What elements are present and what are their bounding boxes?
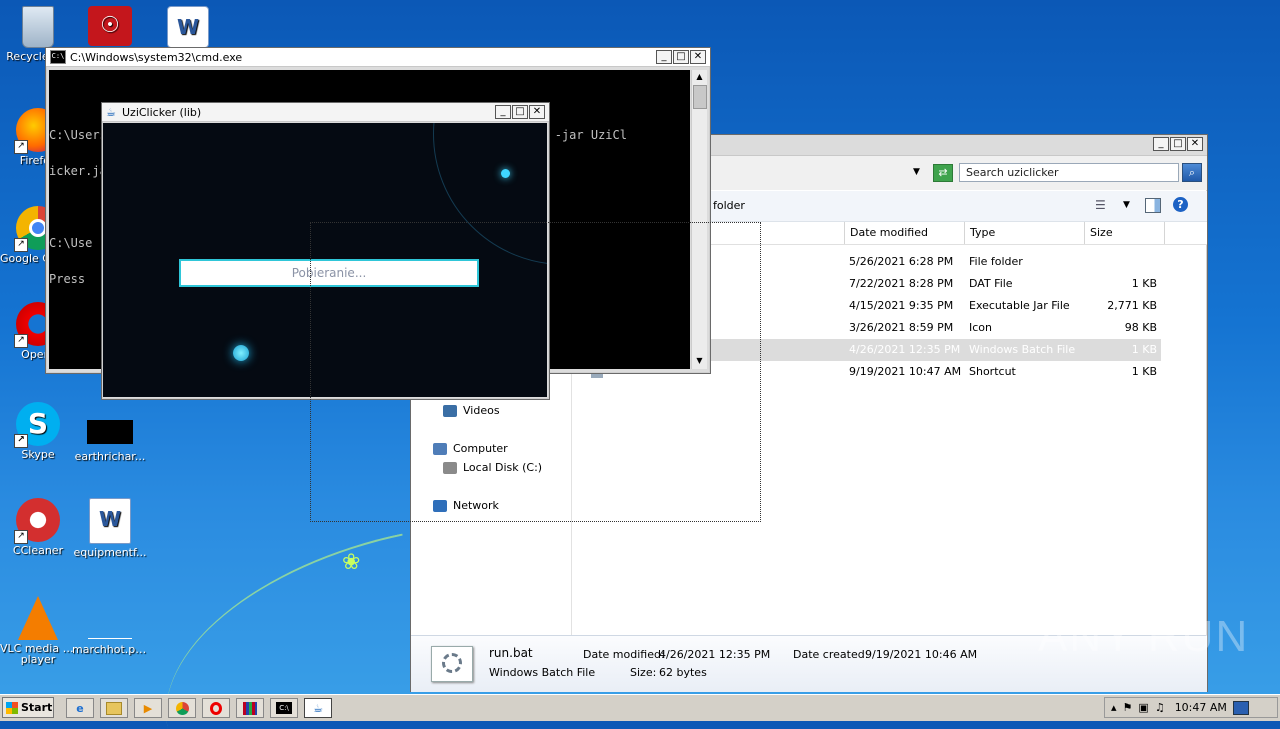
java-icon: ☕ [106, 106, 116, 119]
help-icon[interactable]: ? [1173, 197, 1188, 212]
address-dropdown-icon[interactable]: ▼ [913, 167, 920, 177]
opera-icon [210, 701, 222, 715]
shortcut-arrow-icon: ↗ [14, 434, 28, 448]
taskbar-media-button[interactable]: ▶ [134, 698, 162, 718]
start-button[interactable]: Start [2, 697, 54, 718]
close-button[interactable]: ✕ [1187, 137, 1203, 151]
desktop-icon-ccleaner[interactable]: ↗ CCleaner [0, 498, 76, 557]
maximize-button[interactable]: □ [1170, 137, 1186, 151]
new-folder-button[interactable]: folder [713, 199, 745, 212]
taskbar: Start e ▶ C:\ ☕ ▴ ⚑ ▣ ♫ 10:47 AM [0, 694, 1280, 721]
desktop-icon-label: equipmentf... [73, 546, 147, 559]
action-center-flag-icon[interactable]: ⚑ [1123, 701, 1133, 714]
windows-logo-icon [6, 701, 18, 714]
close-button[interactable]: ✕ [690, 50, 706, 64]
view-options-icon[interactable]: ☰ [1095, 198, 1106, 212]
image-file-icon [88, 600, 132, 639]
details-date-created: 9/19/2021 10:46 AM [865, 648, 978, 661]
batch-file-icon [431, 646, 473, 682]
console-icon: C:\ [276, 702, 292, 714]
glow-orb [501, 169, 510, 178]
taskbar-ie-button[interactable]: e [66, 698, 94, 718]
desktop-icon-label: CCleaner [12, 544, 64, 557]
shortcut-arrow-icon: ↗ [14, 334, 28, 348]
tray-expand-icon[interactable]: ▴ [1111, 701, 1117, 714]
maximize-button[interactable]: □ [673, 50, 689, 64]
word-doc-icon: W [167, 6, 209, 48]
scroll-thumb[interactable] [693, 85, 707, 109]
preview-pane-icon[interactable] [1145, 198, 1161, 213]
desktop-icon-equipment[interactable]: W equipmentf... [72, 498, 148, 559]
details-name: run.bat [489, 646, 533, 660]
recycle-bin-icon [22, 6, 54, 48]
skype-icon: S ↗ [14, 402, 60, 448]
details-size-label: Size: [630, 666, 657, 679]
vlc-icon [18, 596, 58, 640]
details-date-modified: 4/26/2021 12:35 PM [659, 648, 771, 661]
close-button[interactable]: ✕ [529, 105, 545, 119]
desktop-icon-label: Skype [21, 448, 55, 461]
details-date-modified-label: Date modified: [583, 648, 665, 661]
desktop-icon-vlc[interactable]: VLC media player player [0, 596, 76, 666]
refresh-button[interactable]: ⇄ [933, 164, 953, 182]
pdf-icon: ☉ [88, 6, 132, 46]
image-file-icon [87, 420, 133, 444]
minimize-button[interactable]: _ [656, 50, 672, 64]
details-size: 62 bytes [659, 666, 707, 679]
word-doc-icon: W [89, 498, 131, 544]
glow-orb [233, 345, 249, 361]
archive-icon [243, 701, 257, 715]
minimize-button[interactable]: _ [1153, 137, 1169, 151]
desktop-icon-label: marchhot.png [72, 643, 148, 656]
ccleaner-icon: ↗ [14, 498, 60, 544]
wallpaper-sprout: ❀ [342, 550, 361, 575]
desktop-icon-earthrichar[interactable]: earthrichar... [72, 412, 148, 463]
details-date-created-label: Date created: [793, 648, 869, 661]
console-icon: C:\ [50, 50, 66, 64]
search-button[interactable]: ⌕ [1182, 163, 1202, 182]
column-header-type[interactable]: Type [965, 222, 1085, 244]
column-header-date[interactable]: Date modified [845, 222, 965, 244]
shortcut-arrow-icon: ↗ [14, 238, 28, 252]
anyrun-watermark: ANY RUN [1038, 612, 1250, 661]
cmd-titlebar[interactable]: C:\ C:\Windows\system32\cmd.exe _ □ ✕ [46, 48, 710, 67]
desktop-icon-marchhot[interactable]: marchhot.png [72, 600, 148, 656]
minimize-button[interactable]: _ [495, 105, 511, 119]
java-icon: ☕ [313, 701, 323, 715]
clock[interactable]: 10:47 AM [1175, 701, 1227, 714]
show-desktop-button[interactable] [1232, 700, 1249, 715]
taskbar-java-button[interactable]: ☕ [304, 698, 332, 718]
shortcut-arrow-icon: ↗ [14, 140, 28, 154]
selection-rectangle [310, 222, 761, 522]
network-icon[interactable]: ▣ [1138, 701, 1148, 714]
shortcut-arrow-icon: ↗ [14, 530, 28, 544]
taskbar-cmd-button[interactable]: C:\ [270, 698, 298, 718]
desktop-icon-label: earthrichar... [74, 450, 146, 463]
chrome-icon [175, 701, 189, 715]
taskbar-explorer-button[interactable] [100, 698, 128, 718]
desktop-icon-skype[interactable]: S ↗ Skype [0, 402, 76, 461]
folder-icon [106, 701, 122, 715]
uziclicker-titlebar[interactable]: ☕ UziClicker (lib) _ □ ✕ [102, 103, 549, 122]
cmd-title: C:\Windows\system32\cmd.exe [70, 50, 243, 64]
scroll-up-icon[interactable]: ▲ [692, 70, 707, 84]
uziclicker-title: UziClicker (lib) [122, 105, 202, 119]
taskbar-opera-button[interactable] [202, 698, 230, 718]
taskbar-chrome-button[interactable] [168, 698, 196, 718]
details-type: Windows Batch File [489, 666, 596, 679]
desktop-icon-pdf[interactable]: ☉ [72, 6, 148, 48]
view-dropdown-icon[interactable]: ▼ [1123, 200, 1130, 210]
media-player-icon: ▶ [143, 701, 153, 715]
ie-icon: e [76, 701, 84, 715]
maximize-button[interactable]: □ [512, 105, 528, 119]
system-tray: ▴ ⚑ ▣ ♫ 10:47 AM [1104, 697, 1278, 718]
taskbar-archiver-button[interactable] [236, 698, 264, 718]
volume-icon[interactable]: ♫ [1155, 701, 1165, 714]
search-input[interactable]: Search uziclicker [959, 163, 1179, 182]
column-header-size[interactable]: Size [1085, 222, 1165, 244]
desktop-icon-word[interactable]: W [150, 6, 226, 50]
